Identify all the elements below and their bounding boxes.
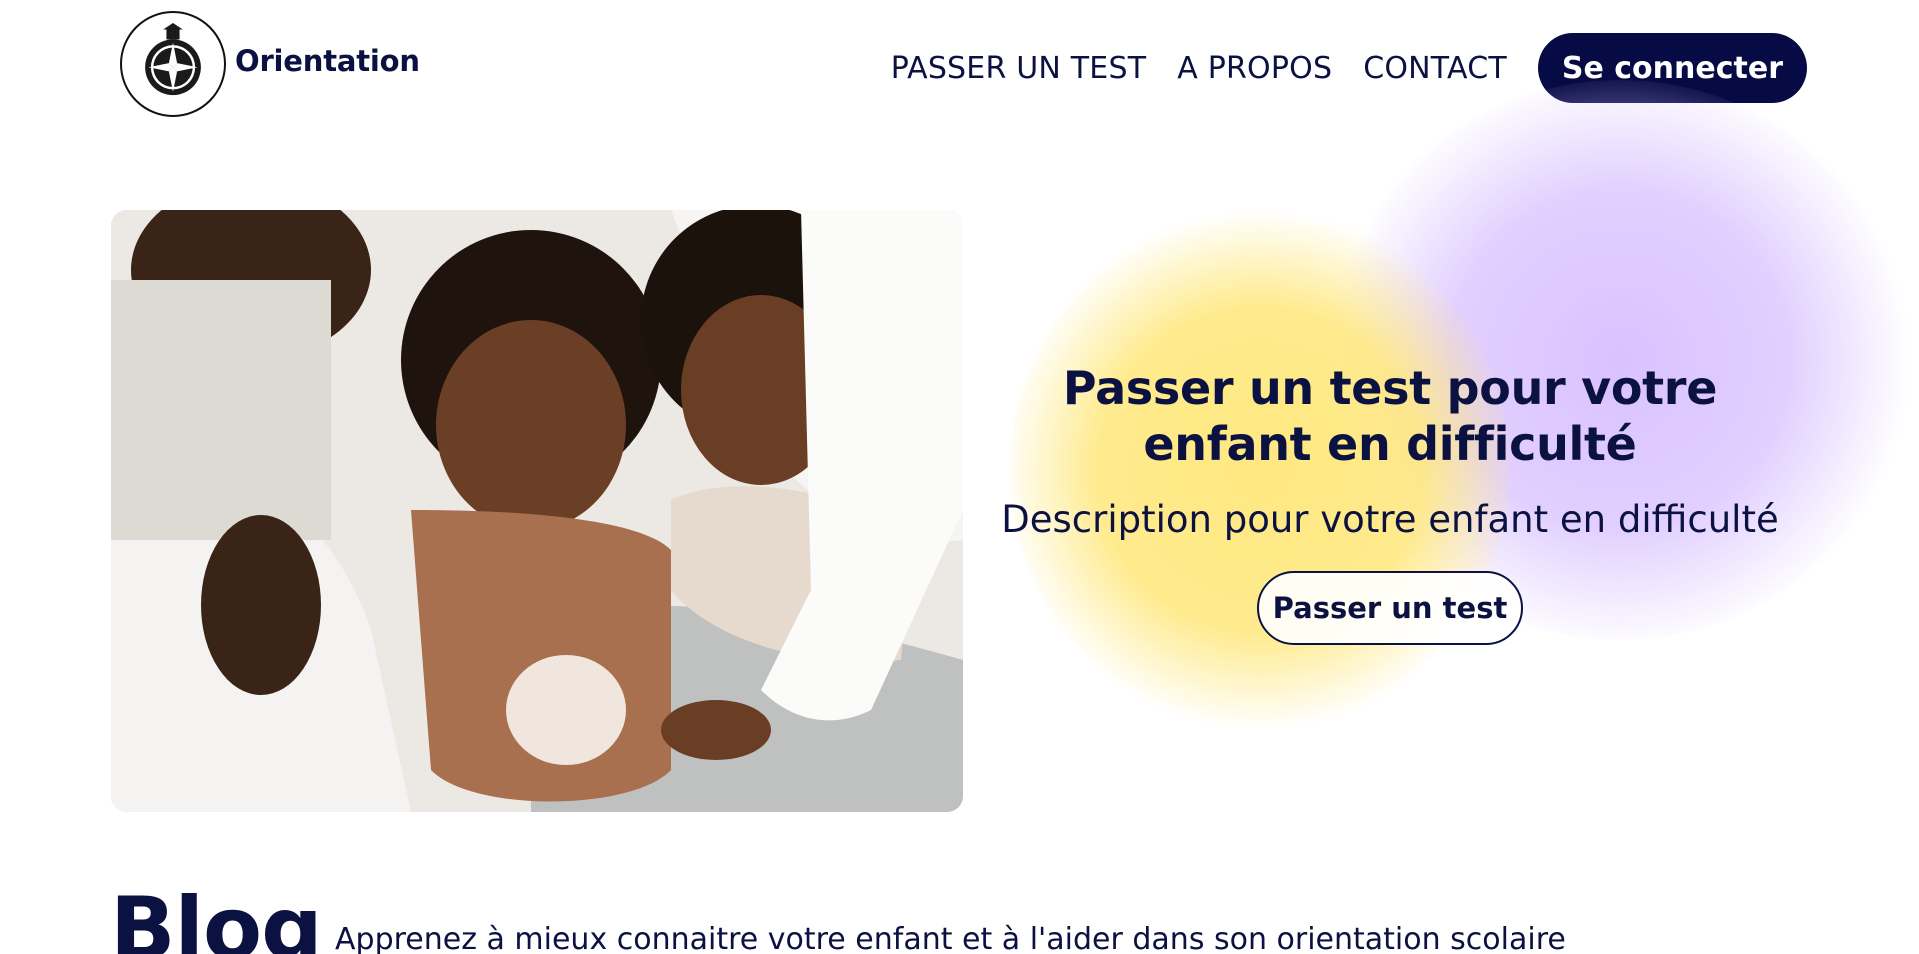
blog-title: Blog (110, 879, 323, 954)
nav-link-contact[interactable]: CONTACT (1363, 51, 1507, 86)
brand-name[interactable]: Orientation (235, 44, 420, 78)
compass-icon (145, 23, 201, 96)
hero-title: Passer un test pour votre enfant en diff… (1062, 361, 1718, 471)
family-photo (111, 210, 963, 812)
compass-logo-icon[interactable] (120, 11, 226, 117)
blog-subtitle: Apprenez à mieux connaitre votre enfant … (335, 922, 1566, 954)
hero-description: Description pour votre enfant en difficu… (1001, 498, 1779, 541)
family-photo-illustration (111, 210, 963, 812)
nav-link-passer-un-test[interactable]: PASSER UN TEST (891, 51, 1147, 86)
nav-link-a-propos[interactable]: A PROPOS (1177, 51, 1332, 86)
take-test-button[interactable]: Passer un test (1256, 571, 1524, 645)
hero-content: Passer un test pour votre enfant en diff… (990, 360, 1790, 645)
